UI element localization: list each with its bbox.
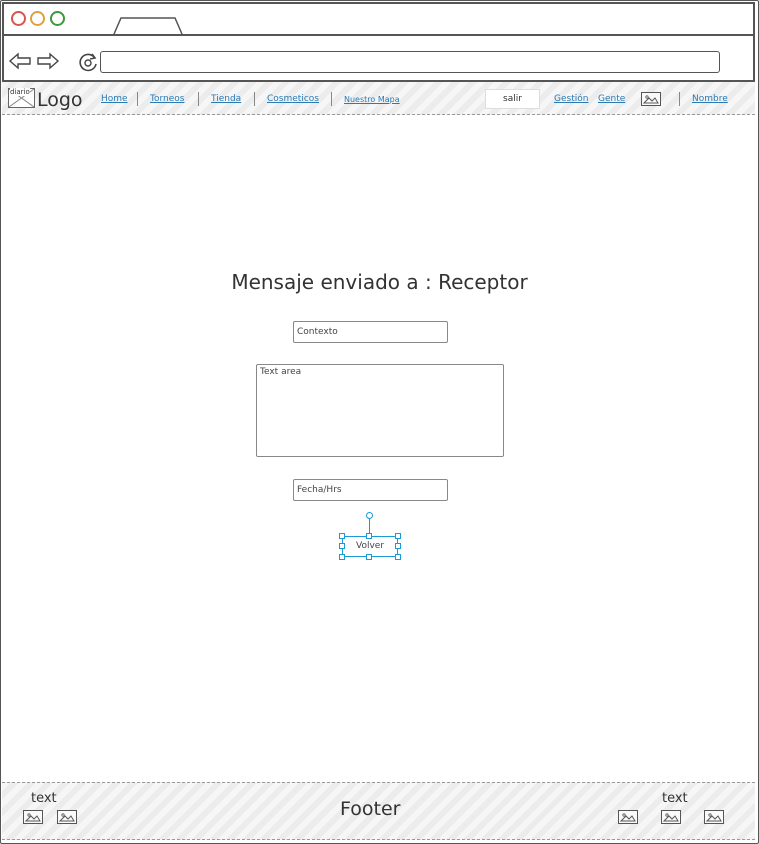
footer-image-icon[interactable] [618,810,638,824]
minimize-window-icon[interactable] [30,11,45,26]
footer-image-icon[interactable] [23,810,43,824]
url-input[interactable] [100,51,720,73]
footer-right-text: text [662,791,688,806]
date-time-field[interactable]: Fecha/Hrs [293,479,448,501]
context-field[interactable]: Contexto [293,321,448,343]
close-window-icon[interactable] [11,11,26,26]
logo-image-label: diario [10,88,30,96]
nav-link-tienda[interactable]: Tienda [211,94,241,104]
nav-link-gente[interactable]: Gente [598,94,625,104]
footer-left-text: text [31,791,57,806]
browser-tab[interactable] [113,17,183,34]
resize-handle[interactable] [339,533,345,539]
footer-image-icon[interactable] [661,810,681,824]
nav-separator [679,92,680,106]
forward-arrow-icon[interactable] [36,52,60,70]
nav-separator [254,92,255,106]
nav-separator [137,92,138,106]
nav-separator [198,92,199,106]
resize-handle[interactable] [339,554,345,560]
footer-title: Footer [340,798,401,820]
maximize-window-icon[interactable] [50,11,65,26]
resize-handle[interactable] [366,533,372,539]
logo-text[interactable]: Logo [37,89,83,111]
user-name-link[interactable]: Nombre [692,94,728,104]
resize-handle[interactable] [339,543,345,549]
nav-link-gestion[interactable]: Gestión [554,94,588,104]
reload-icon[interactable] [77,51,99,73]
page-title: Mensaje enviado a : Receptor [231,270,528,294]
logout-button[interactable]: salir [485,89,540,109]
user-avatar-icon[interactable] [641,92,661,106]
nav-link-home[interactable]: Home [101,94,128,104]
nav-link-cosmeticos[interactable]: Cosmeticos [267,94,319,104]
rotate-handle[interactable] [366,512,373,519]
resize-handle[interactable] [395,533,401,539]
footer-image-icon[interactable] [57,810,77,824]
message-text-area[interactable]: Text area [256,364,504,457]
resize-handle[interactable] [366,554,372,560]
nav-link-torneos[interactable]: Torneos [150,94,184,104]
nav-separator [331,92,332,106]
resize-handle[interactable] [395,554,401,560]
resize-handle[interactable] [395,543,401,549]
back-arrow-icon[interactable] [8,52,32,70]
logo-image: diario [8,88,35,108]
nav-link-nuestro-mapa[interactable]: Nuestro Mapa [344,95,400,104]
footer-image-icon[interactable] [704,810,724,824]
